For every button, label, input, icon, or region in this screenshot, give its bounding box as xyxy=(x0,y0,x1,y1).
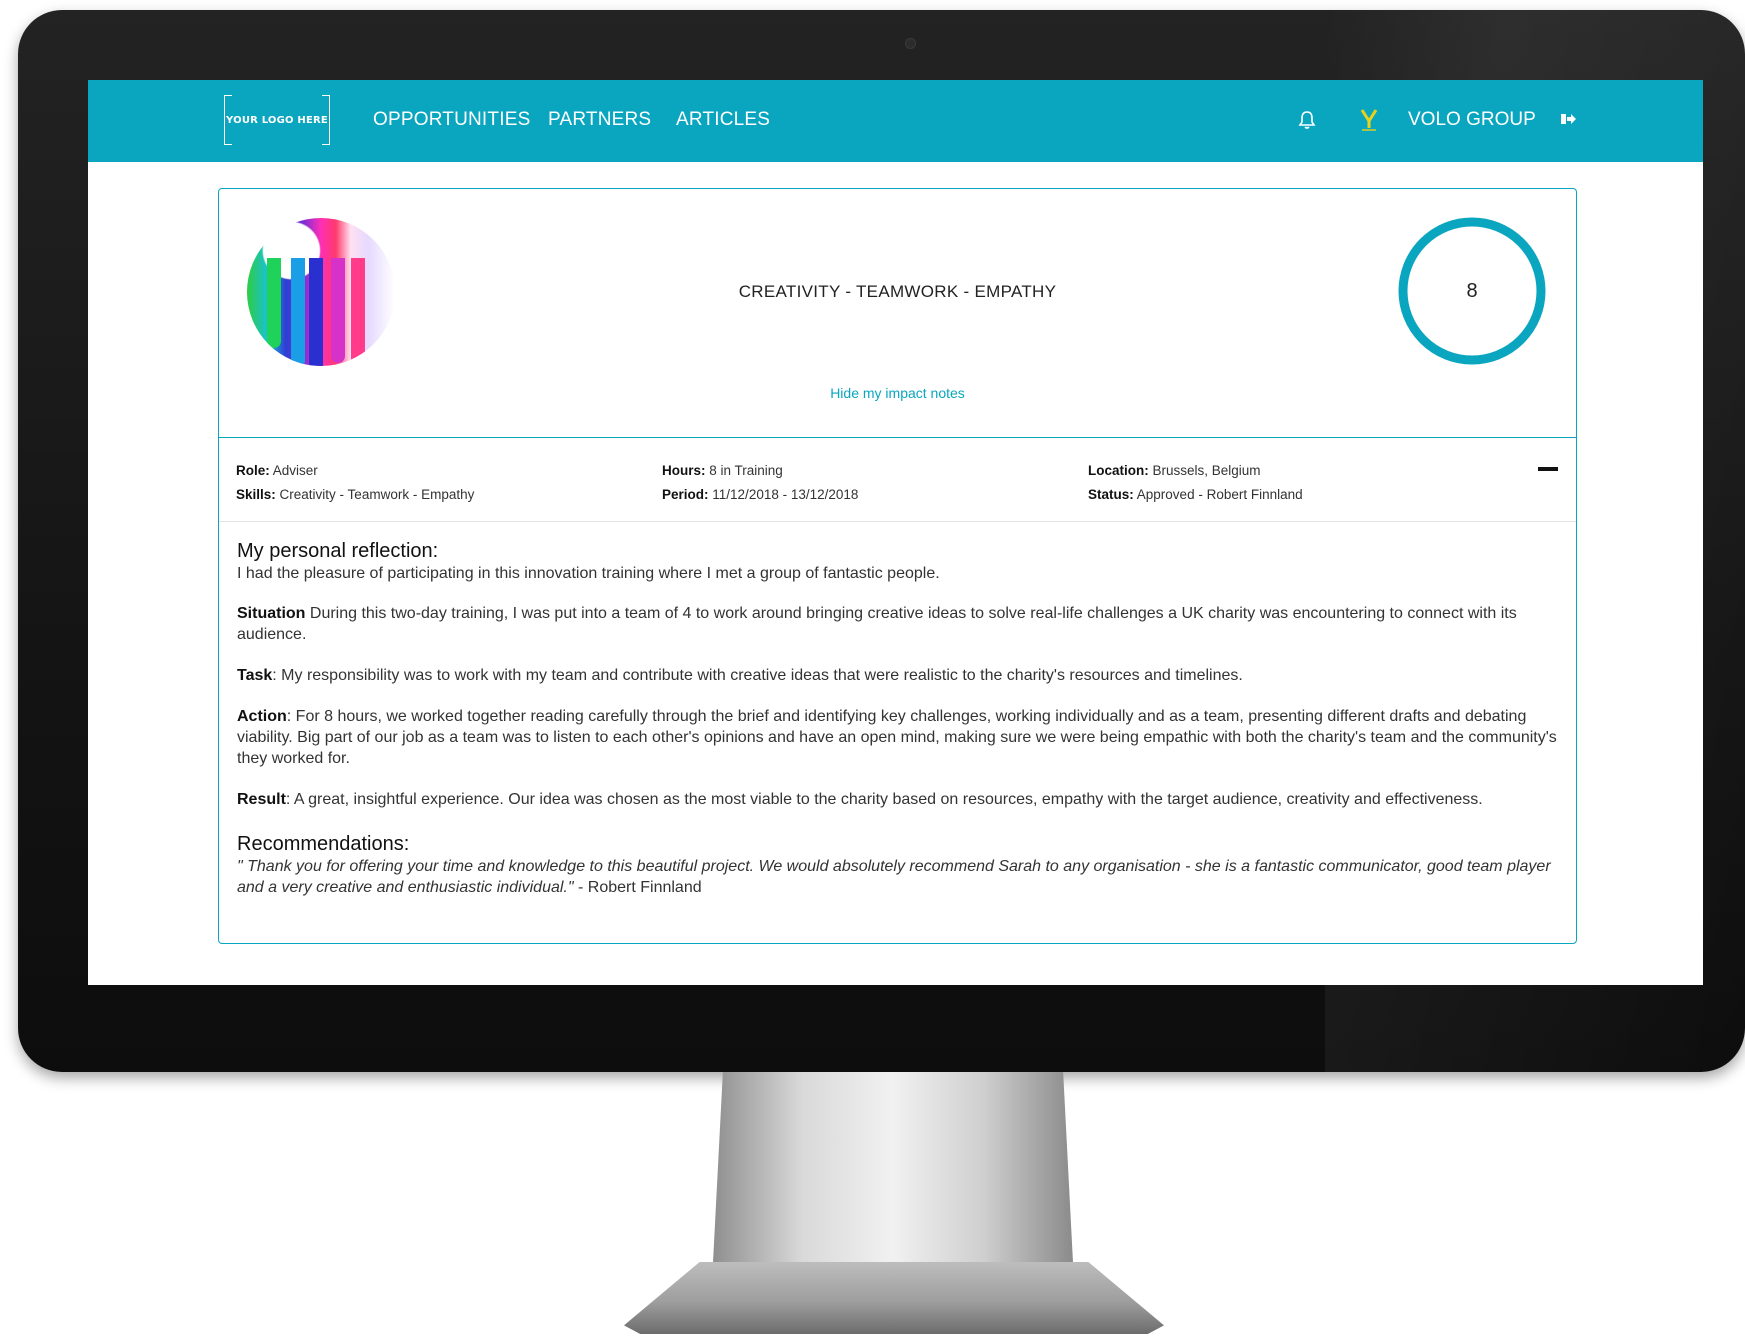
meta-col-hours: Hours: 8 in Training Period: 11/12/2018 … xyxy=(662,459,858,507)
collapse-minus-icon[interactable] xyxy=(1538,467,1558,471)
org-name[interactable]: VOLO GROUP xyxy=(1408,109,1536,131)
role-value: Adviser xyxy=(272,463,318,478)
location-label: Location: xyxy=(1088,463,1149,478)
period-value: 11/12/2018 - 13/12/2018 xyxy=(712,487,859,502)
status-label: Status: xyxy=(1088,487,1134,502)
result-label: Result xyxy=(237,791,286,808)
hours-total: 8 xyxy=(1466,279,1478,302)
recommendation-author: - Robert Finnland xyxy=(573,879,702,896)
reflection-intro: I had the pleasure of participating in t… xyxy=(237,565,940,582)
monitor-base xyxy=(624,1262,1164,1334)
logo[interactable]: YOUR LOGO HERE xyxy=(224,95,330,145)
action-paragraph: Action: For 8 hours, we worked together … xyxy=(237,706,1557,769)
result-text: : A great, insightful experience. Our id… xyxy=(285,791,1483,808)
meta-col-location: Location: Brussels, Belgium Status: Appr… xyxy=(1088,459,1303,507)
reflection-heading: My personal reflection: xyxy=(237,540,439,562)
webcam xyxy=(905,38,916,49)
hide-impact-notes-link[interactable]: Hide my impact notes xyxy=(219,385,1576,401)
nav-partners[interactable]: PARTNERS xyxy=(548,109,651,131)
avatar-paint xyxy=(309,258,323,366)
period-label: Period: xyxy=(662,487,709,502)
logout-icon[interactable] xyxy=(1559,111,1577,132)
action-label: Action xyxy=(237,708,287,725)
situation-paragraph: Situation During this two-day training, … xyxy=(237,603,1557,645)
task-text: : My responsibility was to work with my … xyxy=(272,667,1243,684)
recommendations-heading: Recommendations: xyxy=(237,833,410,855)
situation-text: During this two-day training, I was put … xyxy=(237,605,1517,643)
card-header: CREATIVITY - TEAMWORK - EMPATHY Hide my … xyxy=(219,189,1576,438)
impact-card: CREATIVITY - TEAMWORK - EMPATHY Hide my … xyxy=(218,188,1577,944)
location-value: Brussels, Belgium xyxy=(1152,463,1261,478)
task-label: Task xyxy=(237,667,273,684)
top-navbar: YOUR LOGO HERE OPPORTUNITIES PARTNERS AR… xyxy=(88,80,1703,162)
situation-label: Situation xyxy=(237,605,306,622)
action-text: : For 8 hours, we worked together readin… xyxy=(237,708,1557,767)
recommendation-paragraph: " Thank you for offering your time and k… xyxy=(237,856,1557,898)
bell-icon[interactable] xyxy=(1298,110,1316,135)
avatar-paint xyxy=(351,258,365,366)
logo-text: YOUR LOGO HERE xyxy=(226,114,328,126)
skills-value: Creativity - Teamwork - Empathy xyxy=(279,487,475,502)
hours-value: 8 in Training xyxy=(709,463,783,478)
avatar-paint xyxy=(331,258,345,363)
hours-label: Hours: xyxy=(662,463,706,478)
avatar-paint xyxy=(291,258,305,366)
nav-opportunities[interactable]: OPPORTUNITIES xyxy=(373,109,530,131)
nav-articles[interactable]: ARTICLES xyxy=(676,109,770,131)
role-label: Role: xyxy=(236,463,270,478)
impact-meta: Role: Adviser Skills: Creativity - Teamw… xyxy=(219,437,1576,522)
skills-label: Skills: xyxy=(236,487,276,502)
avatar-paint xyxy=(267,258,281,348)
skills-title: CREATIVITY - TEAMWORK - EMPATHY xyxy=(738,282,1057,301)
result-paragraph: Result: A great, insightful experience. … xyxy=(237,789,1557,810)
meta-col-role: Role: Adviser Skills: Creativity - Teamw… xyxy=(236,459,474,507)
reflection-body: My personal reflection: I had the pleasu… xyxy=(237,539,1557,918)
monitor-stand xyxy=(712,1072,1074,1282)
task-paragraph: Task: My responsibility was to work with… xyxy=(237,665,1557,686)
screen: YOUR LOGO HERE OPPORTUNITIES PARTNERS AR… xyxy=(88,80,1703,985)
org-logo-icon xyxy=(1358,107,1380,138)
recommendation-quote: " Thank you for offering your time and k… xyxy=(237,858,1551,896)
status-value: Approved - Robert Finnland xyxy=(1136,487,1303,502)
